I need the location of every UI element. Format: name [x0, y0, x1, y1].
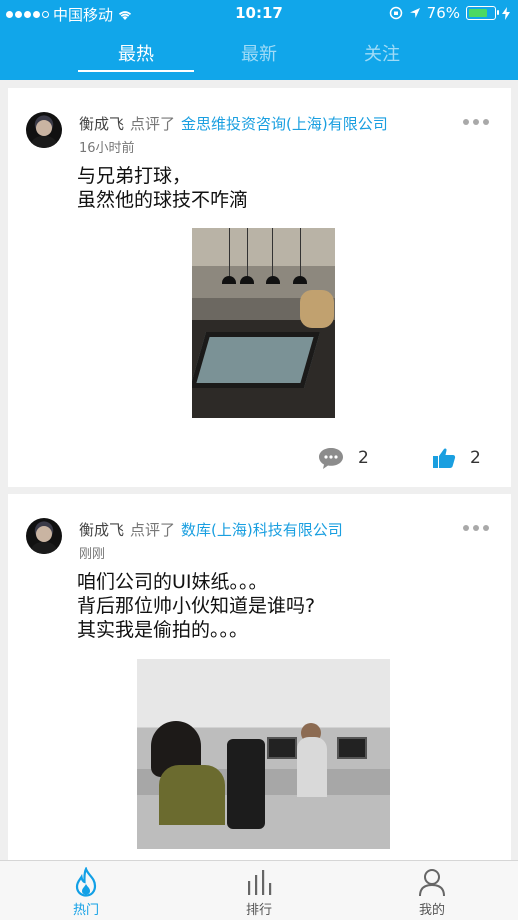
like-count: 2	[470, 448, 481, 468]
top-tab-bar: 最热 最新 关注	[0, 26, 518, 80]
comment-icon	[319, 448, 343, 469]
post-card[interactable]: 衡成飞 点评了 数库(上海)科技有限公司 刚刚 咱们公司的UI妹纸。。。 背后那位帅…	[8, 494, 511, 860]
charging-bolt-icon	[502, 6, 510, 20]
comment-count: 2	[358, 448, 369, 468]
post-timestamp: 刚刚	[79, 547, 106, 562]
post-username[interactable]: 衡成飞	[79, 115, 124, 133]
bar-chart-icon	[248, 870, 272, 895]
status-right: 76%	[389, 4, 510, 22]
company-link[interactable]: 金思维投资咨询(上海)有限公司	[181, 115, 388, 133]
comment-button[interactable]: 2	[318, 446, 369, 470]
status-bar: 中国移动 10:17 76%	[0, 0, 518, 26]
tab-latest[interactable]: 最新	[201, 40, 317, 66]
thumbs-up-icon	[433, 448, 456, 468]
bottom-tab-ranking[interactable]: 排行	[209, 867, 309, 918]
battery-icon	[466, 6, 499, 20]
bottom-tab-profile[interactable]: 我的	[382, 867, 482, 918]
avatar[interactable]	[26, 518, 62, 554]
bottom-tab-label: 排行	[245, 903, 272, 918]
post-action: 点评了	[130, 115, 176, 133]
post-photo[interactable]	[137, 659, 390, 849]
post-action: 点评了	[130, 521, 176, 539]
post-text: 咱们公司的UI妹纸。。。 背后那位帅小伙知道是谁吗? 其实我是偷拍的。。。	[77, 571, 316, 641]
post-header: 衡成飞 点评了 金思维投资咨询(上海)有限公司	[79, 113, 388, 134]
tab-hottest[interactable]: 最热	[78, 40, 194, 66]
tab-active-indicator	[78, 70, 194, 72]
post-card[interactable]: 衡成飞 点评了 金思维投资咨询(上海)有限公司 16小时前 与兄弟打球， 虽然他的球…	[8, 88, 511, 487]
post-timestamp: 16小时前	[79, 141, 135, 156]
bottom-tab-label: 热门	[72, 903, 99, 918]
location-arrow-icon	[409, 8, 420, 18]
rotation-lock-icon	[389, 6, 402, 20]
more-options-icon[interactable]	[463, 119, 489, 125]
like-button[interactable]: 2	[432, 446, 481, 470]
tab-following[interactable]: 关注	[324, 40, 440, 66]
battery-percent: 76%	[426, 4, 460, 22]
bottom-tab-label: 我的	[418, 903, 445, 918]
post-text: 与兄弟打球， 虽然他的球技不咋滴	[77, 165, 249, 211]
post-photo[interactable]	[192, 228, 335, 418]
avatar[interactable]	[26, 112, 62, 148]
bottom-tab-hot[interactable]: 热门	[36, 867, 136, 918]
post-header: 衡成飞 点评了 数库(上海)科技有限公司	[79, 519, 343, 540]
bottom-tab-bar: 热门 排行 我的	[0, 860, 518, 920]
more-options-icon[interactable]	[463, 525, 489, 531]
company-link[interactable]: 数库(上海)科技有限公司	[181, 521, 343, 539]
flame-icon	[75, 867, 97, 897]
top-header: 中国移动 10:17 76% 最热 最新 关注	[0, 0, 518, 80]
person-icon	[419, 869, 445, 897]
post-username[interactable]: 衡成飞	[79, 521, 124, 539]
